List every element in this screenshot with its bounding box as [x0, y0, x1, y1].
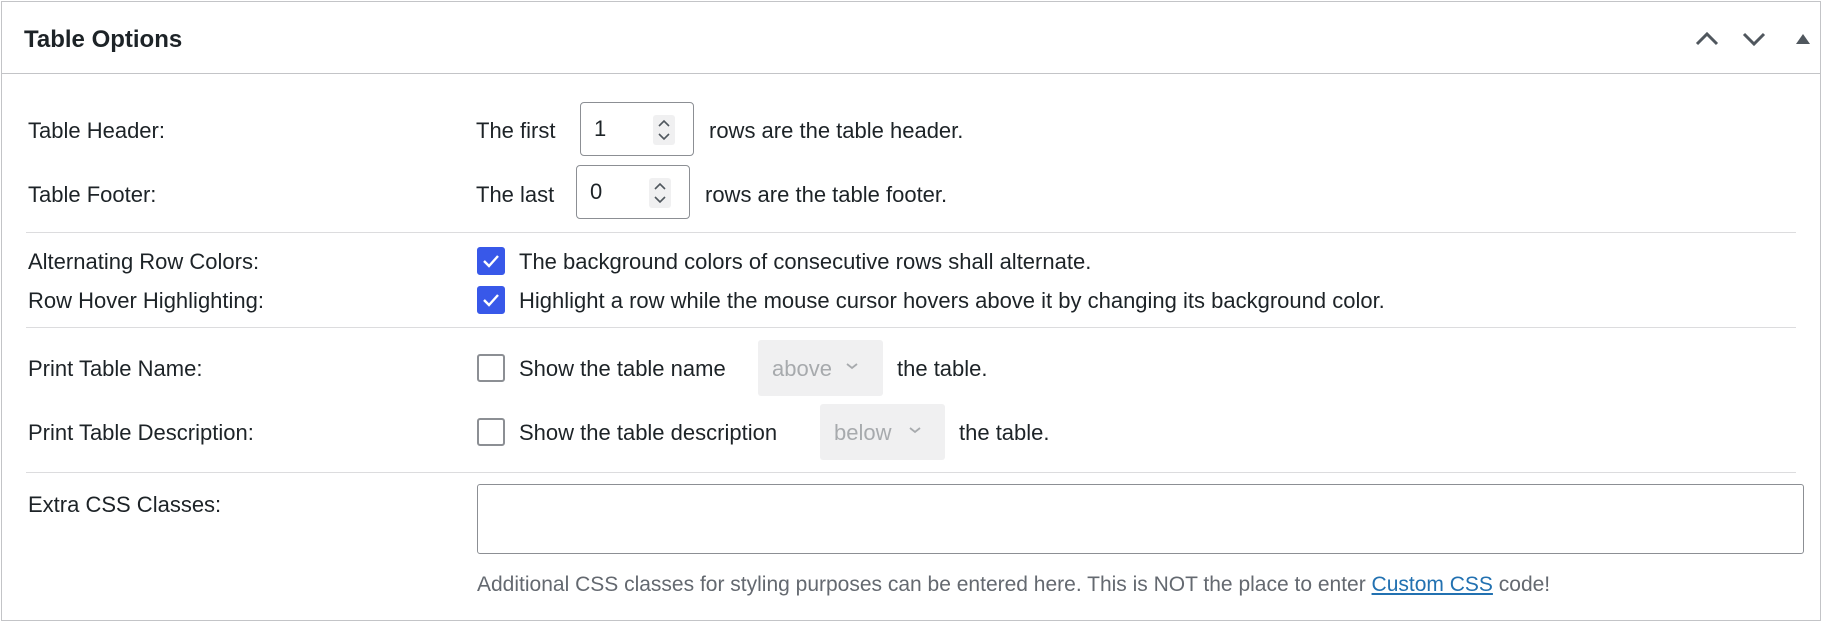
number-stepper-icon[interactable] — [649, 178, 671, 208]
divider — [26, 472, 1796, 473]
chevron-down-icon — [909, 427, 921, 434]
print-table-name-label: Print Table Name: — [28, 356, 203, 381]
divider — [26, 232, 1796, 233]
table-header-suffix: rows are the table header. — [709, 118, 964, 143]
panel-header: Table Options — [2, 2, 1820, 74]
table-description-position-select[interactable]: below — [820, 404, 945, 460]
extra-css-classes-input[interactable] — [477, 484, 1804, 554]
table-name-position-select[interactable]: above — [758, 340, 883, 396]
move-down-button[interactable] — [1737, 22, 1771, 56]
help-text: Additional CSS classes for styling purpo… — [477, 573, 1366, 596]
row-hover-highlighting-label: Row Hover Highlighting: — [28, 288, 264, 313]
table-footer-suffix: rows are the table footer. — [705, 182, 948, 207]
table-name-position-value: above — [772, 356, 832, 381]
print-table-name-suffix: the table. — [897, 356, 988, 381]
table-footer-rows-value: 0 — [590, 179, 603, 204]
table-header-rows-input[interactable]: 1 — [580, 102, 694, 156]
number-stepper-icon[interactable] — [653, 115, 675, 145]
alternating-row-colors-description: The background colors of consecutive row… — [519, 249, 1092, 274]
toggle-panel-button[interactable] — [1786, 22, 1820, 56]
alternating-row-colors-checkbox[interactable] — [477, 247, 505, 275]
chevron-down-icon — [846, 363, 858, 370]
row-hover-highlighting-checkbox[interactable] — [477, 286, 505, 314]
print-table-description-prefix: Show the table description — [519, 420, 778, 445]
row-hover-highlighting-description: Highlight a row while the mouse cursor h… — [519, 288, 1385, 313]
custom-css-link[interactable]: Custom CSS — [1372, 573, 1493, 596]
table-options-panel: Table Options Table Header: The first 1 — [1, 1, 1821, 621]
table-footer-rows-input[interactable]: 0 — [576, 165, 690, 219]
toggle-panel-icon — [1796, 34, 1810, 44]
print-table-description-suffix: the table. — [959, 420, 1050, 445]
alternating-row-colors-label: Alternating Row Colors: — [28, 249, 260, 274]
move-up-icon — [1695, 31, 1719, 46]
table-header-rows-value: 1 — [594, 116, 607, 141]
checkmark-icon — [483, 255, 499, 268]
print-table-description-label: Print Table Description: — [28, 420, 254, 445]
panel-title: Table Options — [24, 26, 183, 53]
table-header-label: Table Header: — [28, 118, 165, 143]
table-footer-prefix: The last — [476, 182, 555, 207]
table-header-prefix: The first — [476, 118, 556, 143]
move-up-button[interactable] — [1690, 22, 1724, 56]
print-table-description-checkbox[interactable] — [477, 418, 505, 446]
table-footer-label: Table Footer: — [28, 182, 157, 207]
move-down-icon — [1742, 32, 1766, 47]
divider — [26, 327, 1796, 328]
print-table-name-checkbox[interactable] — [477, 354, 505, 382]
extra-css-classes-label: Extra CSS Classes: — [28, 492, 222, 517]
checkmark-icon — [483, 294, 499, 307]
help-suffix: code! — [1498, 573, 1551, 596]
print-table-name-prefix: Show the table name — [519, 356, 726, 381]
extra-css-help-text: Additional CSS classes for styling purpo… — [477, 573, 1550, 597]
table-description-position-value: below — [834, 420, 892, 445]
